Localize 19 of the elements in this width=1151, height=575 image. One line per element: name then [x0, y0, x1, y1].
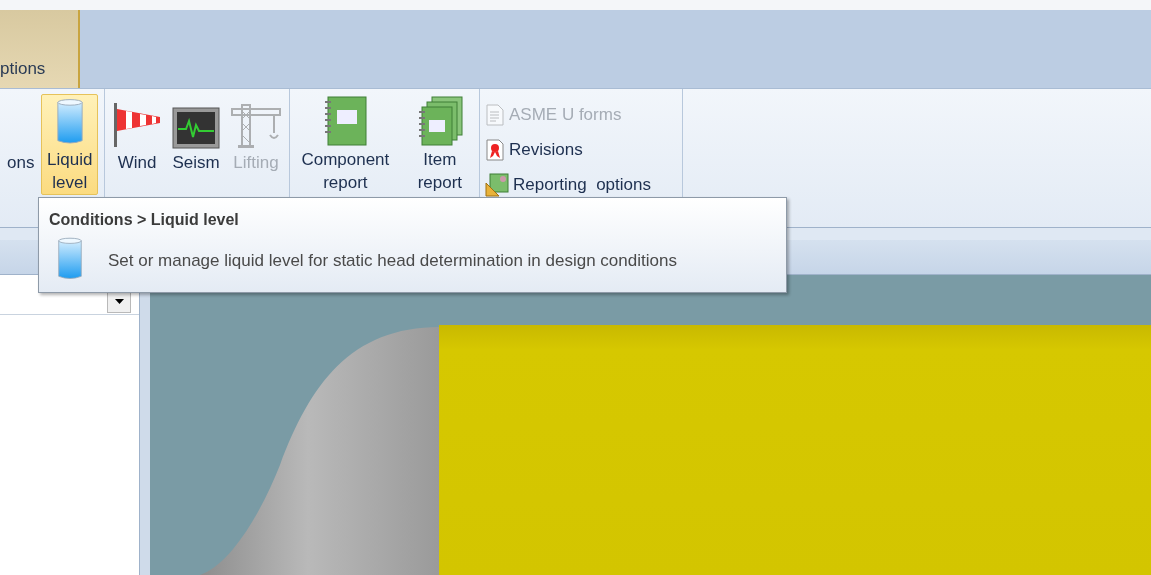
ribbon-button[interactable]: Reporting options	[484, 167, 682, 202]
document-icon	[485, 103, 505, 126]
tooltip-title: Conditions > Liquid level	[49, 210, 239, 230]
settings-ruler-icon	[485, 172, 509, 197]
windsock-icon	[112, 101, 162, 149]
glass-icon	[55, 98, 84, 146]
ribbon-button[interactable]: Item report	[400, 94, 479, 195]
ribbon-button[interactable]: Wind	[109, 94, 165, 195]
ribbon-tab[interactable]: ptions	[0, 10, 80, 88]
monitor-icon	[172, 107, 220, 149]
ribbon-award-icon	[485, 138, 505, 161]
ribbon-button[interactable]: ons	[4, 94, 38, 195]
ribbon-button[interactable]: Revisions	[484, 132, 682, 167]
tooltip-text: Set or manage liquid level for static head determination in design conditions	[108, 250, 677, 272]
caret-icon	[114, 298, 124, 304]
notebook-icon	[323, 96, 368, 146]
ribbon-button[interactable]: Liquid level	[41, 94, 98, 195]
ribbon-button[interactable]: Component report	[294, 94, 397, 195]
ribbon-button[interactable]: Seism	[169, 94, 223, 195]
